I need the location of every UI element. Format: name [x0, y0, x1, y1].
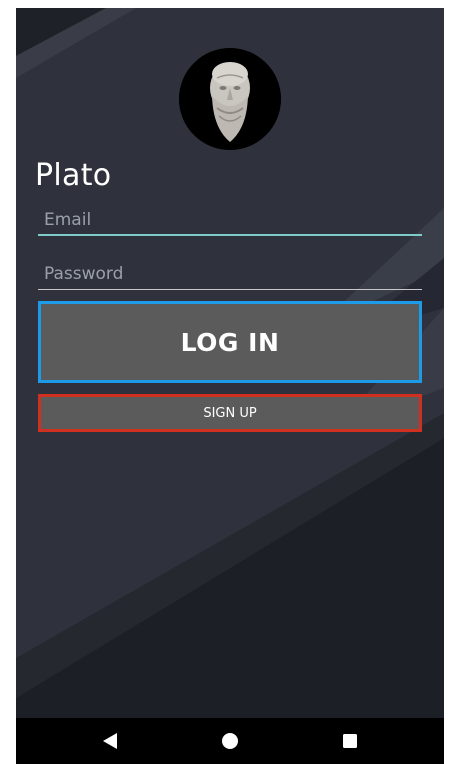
plato-bust-avatar [179, 48, 281, 150]
app-title: Plato [35, 158, 112, 193]
email-input[interactable] [38, 206, 422, 234]
plato-bust-icon [179, 48, 281, 150]
signup-button[interactable]: SIGN UP [38, 394, 422, 432]
password-field[interactable] [38, 260, 422, 290]
home-button[interactable] [220, 731, 240, 751]
password-input[interactable] [38, 260, 422, 288]
system-navigation-bar [16, 718, 444, 764]
recent-apps-button[interactable] [340, 731, 360, 751]
back-triangle-icon [103, 733, 117, 749]
email-field[interactable] [38, 206, 422, 236]
app-screen: Plato LOG IN SIGN UP [16, 8, 444, 764]
password-underline [38, 289, 422, 290]
login-button[interactable]: LOG IN [38, 301, 422, 383]
recent-square-icon [343, 734, 357, 748]
home-circle-icon [222, 733, 238, 749]
back-button[interactable] [100, 731, 120, 751]
email-underline [38, 234, 422, 236]
